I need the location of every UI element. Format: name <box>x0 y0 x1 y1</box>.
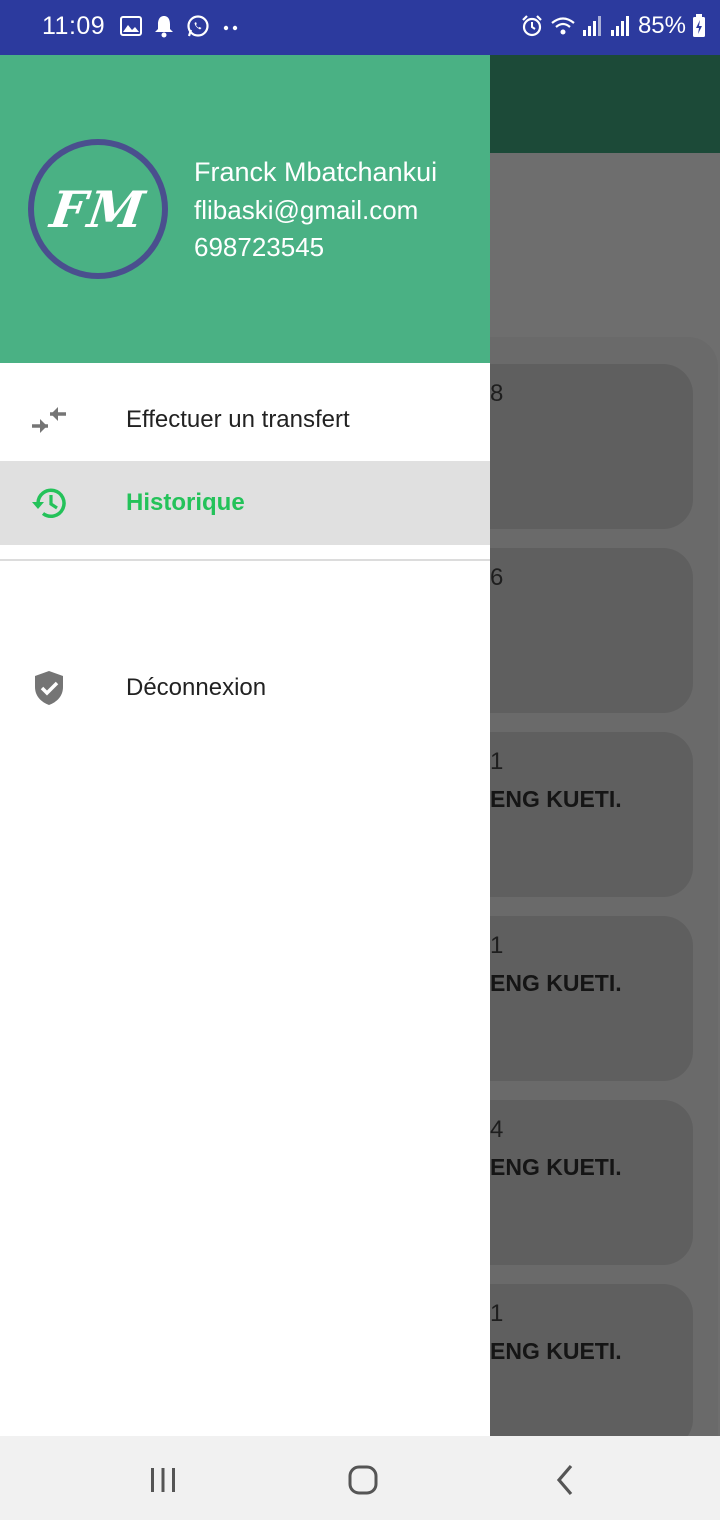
whatsapp-icon <box>187 15 209 37</box>
list-item[interactable]: 1 ENG KUETI. <box>490 916 693 1081</box>
recent-apps-icon[interactable] <box>141 1458 185 1502</box>
card-number: 1 <box>490 1300 504 1327</box>
divider <box>0 559 490 561</box>
menu-item-logout[interactable]: Déconnexion <box>0 646 490 730</box>
card-name: ENG KUETI. <box>490 786 622 812</box>
image-icon <box>120 16 142 36</box>
list-item[interactable]: 1 ENG KUETI. <box>490 1284 693 1436</box>
app-toolbar <box>490 55 720 153</box>
back-icon[interactable] <box>543 1458 587 1502</box>
card-number: 1 <box>490 932 504 959</box>
user-email: flibaski@gmail.com <box>194 195 419 225</box>
status-bar: 11:09 85% <box>0 0 720 55</box>
list-item[interactable]: 6 <box>490 548 693 713</box>
menu-item-label: Historique <box>126 489 245 516</box>
more-dots-icon <box>223 25 238 31</box>
card-name: ENG KUETI. <box>490 970 622 996</box>
system-nav-bar <box>0 1436 720 1520</box>
menu-item-label: Déconnexion <box>126 674 267 701</box>
signal-icon <box>610 16 629 36</box>
transfer-arrows-icon <box>32 407 66 433</box>
avatar[interactable]: FM <box>28 139 168 279</box>
drawer-header: FM Franck Mbatchankui flibaski@gmail.com… <box>0 55 490 363</box>
card-name: ENG KUETI. <box>490 1338 622 1364</box>
list-item[interactable]: 4 ENG KUETI. <box>490 1100 693 1265</box>
status-icons-left <box>120 14 241 38</box>
card-number: 8 <box>490 380 504 407</box>
shield-check-icon <box>35 671 63 705</box>
battery-percentage: 85% <box>637 12 686 39</box>
menu-item-transfer[interactable]: Effectuer un transfert <box>0 378 490 462</box>
navigation-drawer: FM Franck Mbatchankui flibaski@gmail.com… <box>0 55 490 1436</box>
notification-bell-icon <box>155 16 173 38</box>
status-time: 11:09 <box>42 12 106 40</box>
wifi-icon <box>551 17 575 35</box>
card-number: 6 <box>490 564 504 591</box>
card-number: 4 <box>490 1116 504 1143</box>
card-name: ENG KUETI. <box>490 1154 622 1180</box>
list-item[interactable]: 1 ENG KUETI. <box>490 732 693 897</box>
home-icon[interactable] <box>341 1458 385 1502</box>
card-number: 1 <box>490 748 504 775</box>
alarm-icon <box>522 15 542 37</box>
user-name: Franck Mbatchankui <box>194 157 438 187</box>
menu-item-label: Effectuer un transfert <box>126 406 350 433</box>
list-item[interactable]: 8 <box>490 364 693 529</box>
status-icons-right: 85% <box>520 12 706 40</box>
history-icon <box>32 488 66 518</box>
user-phone: 698723545 <box>194 232 325 262</box>
app-content-dimmed: 8 6 1 ENG KUETI. 1 ENG KUETI. 4 ENG KUET… <box>490 153 720 1436</box>
avatar-initials: FM <box>46 179 150 239</box>
signal-icon <box>582 16 601 36</box>
menu-item-history[interactable]: Historique <box>0 461 490 545</box>
battery-charging-icon <box>693 14 705 37</box>
